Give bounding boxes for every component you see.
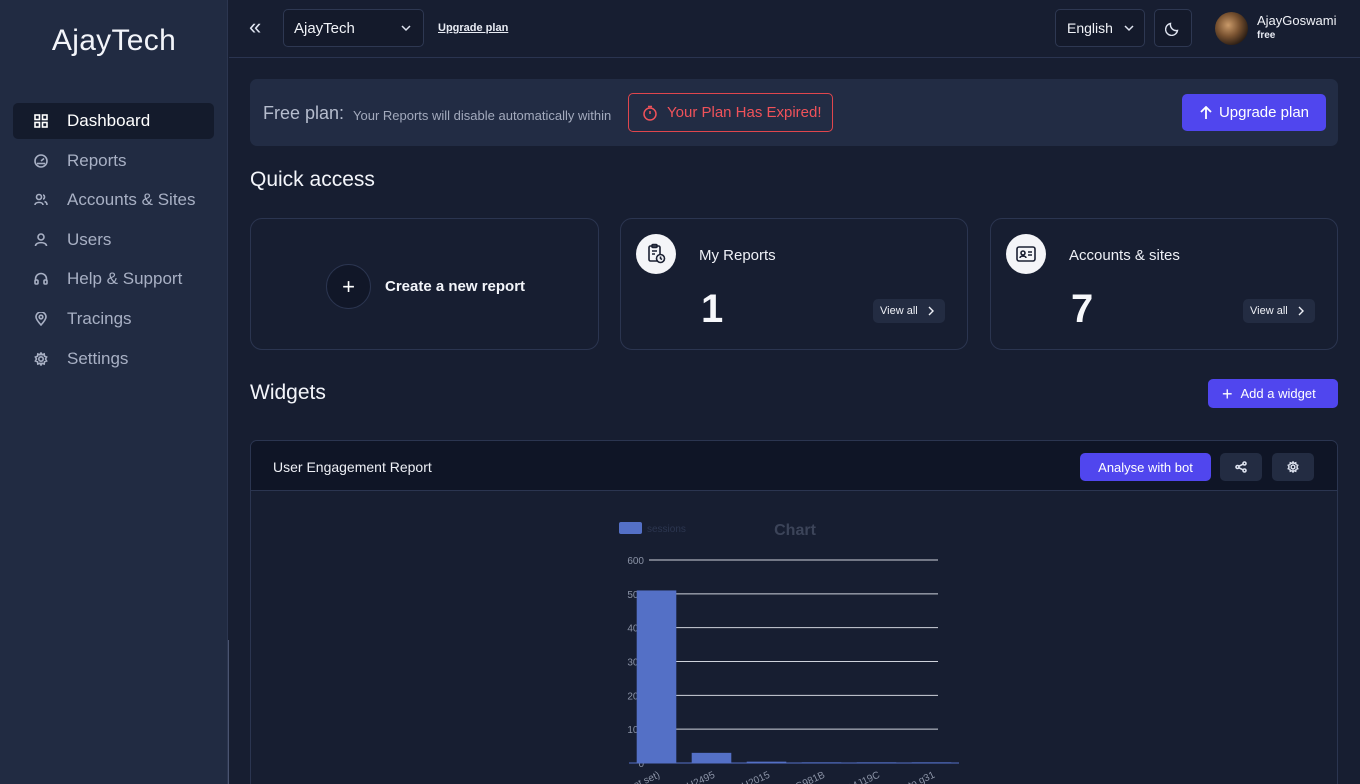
- view-all-label: View all: [880, 305, 918, 317]
- user-icon: [34, 232, 48, 247]
- widgets-title: Widgets: [250, 381, 326, 404]
- legend-swatch: [619, 522, 642, 534]
- bar: [801, 762, 842, 764]
- user-plan: free: [1257, 30, 1276, 41]
- sidebar-item-reports[interactable]: Reports: [13, 143, 214, 179]
- clipboard-clock-icon: [636, 234, 676, 274]
- app-logo: AjayTech: [51, 24, 177, 57]
- create-report-label[interactable]: Create a new report: [385, 278, 525, 295]
- chart-title: Chart: [774, 522, 816, 539]
- legend-label: sessions: [647, 524, 686, 535]
- plan-expired-text: Your Plan Has Expired!: [667, 104, 822, 121]
- view-all-label: View all: [1250, 305, 1288, 317]
- sidebar-item-label: Help & Support: [67, 269, 183, 289]
- user-engagement-widget: User Engagement Report Analyse with bot …: [250, 440, 1338, 784]
- plan-message: Your Reports will disable automatically …: [353, 108, 612, 123]
- divider: [228, 640, 229, 784]
- gauge-icon: [34, 153, 48, 168]
- id-card-icon: [1006, 234, 1046, 274]
- upgrade-plan-link[interactable]: Upgrade plan: [438, 22, 508, 34]
- chevron-right-icon: [1295, 304, 1307, 318]
- analyse-with-bot-button[interactable]: Analyse with bot: [1080, 453, 1211, 481]
- my-reports-title: My Reports: [699, 247, 776, 264]
- share-button[interactable]: [1220, 453, 1262, 481]
- sidebar-item-label: Reports: [67, 150, 127, 170]
- my-reports-count: 1: [701, 287, 724, 331]
- stopwatch-icon: [643, 105, 657, 121]
- sidebar-item-label: Accounts & Sites: [67, 190, 196, 210]
- sidebar-item-help-support[interactable]: Help & Support: [13, 261, 214, 297]
- language-select-value: English: [1067, 20, 1113, 36]
- gear-icon: [1287, 461, 1299, 473]
- chevron-right-icon: [925, 304, 937, 318]
- bar: [636, 590, 677, 763]
- user-name: AjayGoswami: [1257, 13, 1337, 28]
- add-widget-button[interactable]: + Add a widget: [1208, 379, 1338, 408]
- widget-header: User Engagement Report Analyse with bot: [251, 441, 1337, 491]
- grid-icon: [34, 114, 48, 128]
- sidebar-item-label: Dashboard: [67, 111, 151, 130]
- avatar[interactable]: [1215, 12, 1248, 45]
- accounts-sites-count: 7: [1071, 287, 1094, 331]
- upgrade-plan-label: Upgrade plan: [1218, 104, 1310, 121]
- sidebar: AjayTech Dashboard Reports Accounts & Si…: [0, 0, 228, 784]
- create-report-card[interactable]: + Create a new report: [250, 218, 599, 350]
- plan-banner: Free plan: Your Reports will disable aut…: [250, 79, 1338, 146]
- moon-icon: [1165, 22, 1179, 36]
- language-select[interactable]: English: [1055, 9, 1145, 47]
- accounts-sites-title: Accounts & sites: [1069, 247, 1180, 264]
- my-reports-view-all-button[interactable]: View all: [873, 299, 945, 323]
- headset-icon: [34, 272, 48, 286]
- y-tick-label: 600: [627, 556, 644, 567]
- sidebar-item-label: Settings: [67, 348, 129, 368]
- gear-icon: [34, 351, 48, 366]
- users-icon: [34, 193, 48, 207]
- workspace-select[interactable]: AjayTech: [283, 9, 424, 47]
- add-widget-label: Add a widget: [1240, 386, 1316, 401]
- quick-access-title: Quick access: [250, 168, 375, 191]
- my-reports-card: My Reports 1 View all: [620, 218, 968, 350]
- x-tick-label: (not set): [624, 770, 662, 784]
- x-tick-label: CPH2015: [728, 770, 772, 784]
- widget-title: User Engagement Report: [273, 459, 432, 475]
- plus-icon: +: [1222, 383, 1233, 404]
- chevron-down-icon: [1124, 25, 1134, 32]
- plan-expired-badge: Your Plan Has Expired!: [628, 93, 833, 132]
- upgrade-plan-button[interactable]: Upgrade plan: [1182, 94, 1326, 131]
- sidebar-item-users[interactable]: Users: [13, 222, 214, 258]
- x-tick-label: moto g31: [894, 770, 937, 784]
- sidebar-item-label: Users: [67, 229, 112, 249]
- collapse-sidebar-icon[interactable]: «: [249, 16, 267, 38]
- sidebar-item-dashboard[interactable]: Dashboard: [13, 103, 214, 139]
- bar: [911, 762, 952, 764]
- bar: [856, 762, 897, 764]
- chevron-down-icon: [401, 25, 411, 32]
- sidebar-nav: Dashboard Reports Accounts & Sites Users…: [13, 103, 214, 380]
- widget-settings-button[interactable]: [1272, 453, 1314, 481]
- theme-toggle-button[interactable]: [1154, 9, 1192, 47]
- sidebar-item-accounts-sites[interactable]: Accounts & Sites: [13, 182, 214, 218]
- bar: [691, 752, 732, 763]
- sessions-bar-chart: sessions Chart0100200300400500600(not set…: [619, 522, 959, 784]
- sidebar-item-label: Tracings: [67, 308, 132, 328]
- x-tick-label: CPH2495: [673, 770, 717, 784]
- accounts-sites-view-all-button[interactable]: View all: [1243, 299, 1315, 323]
- sidebar-item-settings[interactable]: Settings: [13, 341, 214, 377]
- location-pin-icon: [34, 311, 48, 326]
- share-icon: [1235, 461, 1247, 473]
- arrow-up-icon: [1200, 105, 1212, 119]
- top-header: « AjayTech Upgrade plan English AjayGosw…: [229, 0, 1360, 58]
- sidebar-item-tracings[interactable]: Tracings: [13, 301, 214, 337]
- x-tick-label: M2004J19C: [828, 770, 882, 784]
- bar: [746, 761, 787, 763]
- accounts-sites-card: Accounts & sites 7 View all: [990, 218, 1338, 350]
- workspace-select-value: AjayTech: [294, 19, 355, 37]
- plan-label: Free plan:: [263, 103, 345, 123]
- plus-icon[interactable]: +: [326, 264, 371, 309]
- x-tick-label: SM-G981B: [777, 770, 827, 784]
